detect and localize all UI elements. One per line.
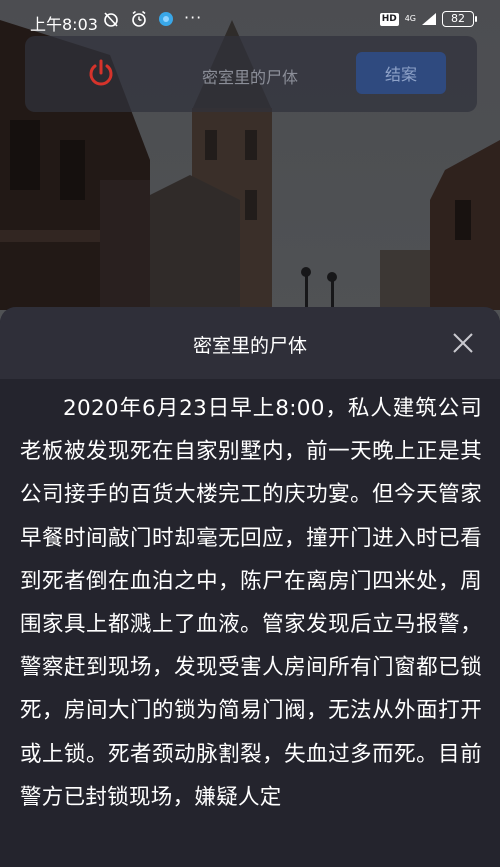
alarm-clock-icon [132,10,146,27]
alarm-off-icon [104,12,118,27]
case-title: 密室里的尸体 [201,68,298,87]
signal-icon [422,13,436,25]
network-label: 4G [404,14,416,23]
app-dot-icon [159,12,173,26]
sheet-title: 密室里的尸体 [192,335,307,357]
status-icons-left [102,10,174,28]
story-sheet: 密室里的尸体 2020年6月23日早上8:00，私人建筑公司老板被发现死在自家别… [0,307,500,867]
screen: 上午8:03 ··· HD 4G 82 密室里的尸体 结案 密室里的尸体 202… [0,0,500,867]
story-text: 2020年6月23日早上8:00，私人建筑公司老板被发现死在自家别墅内，前一天晚… [20,396,482,810]
close-case-button[interactable]: 结案 [356,52,446,94]
more-notifications-icon: ··· [184,8,203,27]
status-icons-right: HD 4G 82 [379,11,477,27]
close-icon[interactable] [450,330,476,356]
power-icon[interactable] [86,58,116,88]
hd-badge: HD [379,12,399,26]
battery-indicator: 82 [442,11,477,27]
network-indicator: 4G [405,15,416,23]
sheet-header: 密室里的尸体 [0,307,500,379]
status-time: 上午8:03 [30,15,98,34]
